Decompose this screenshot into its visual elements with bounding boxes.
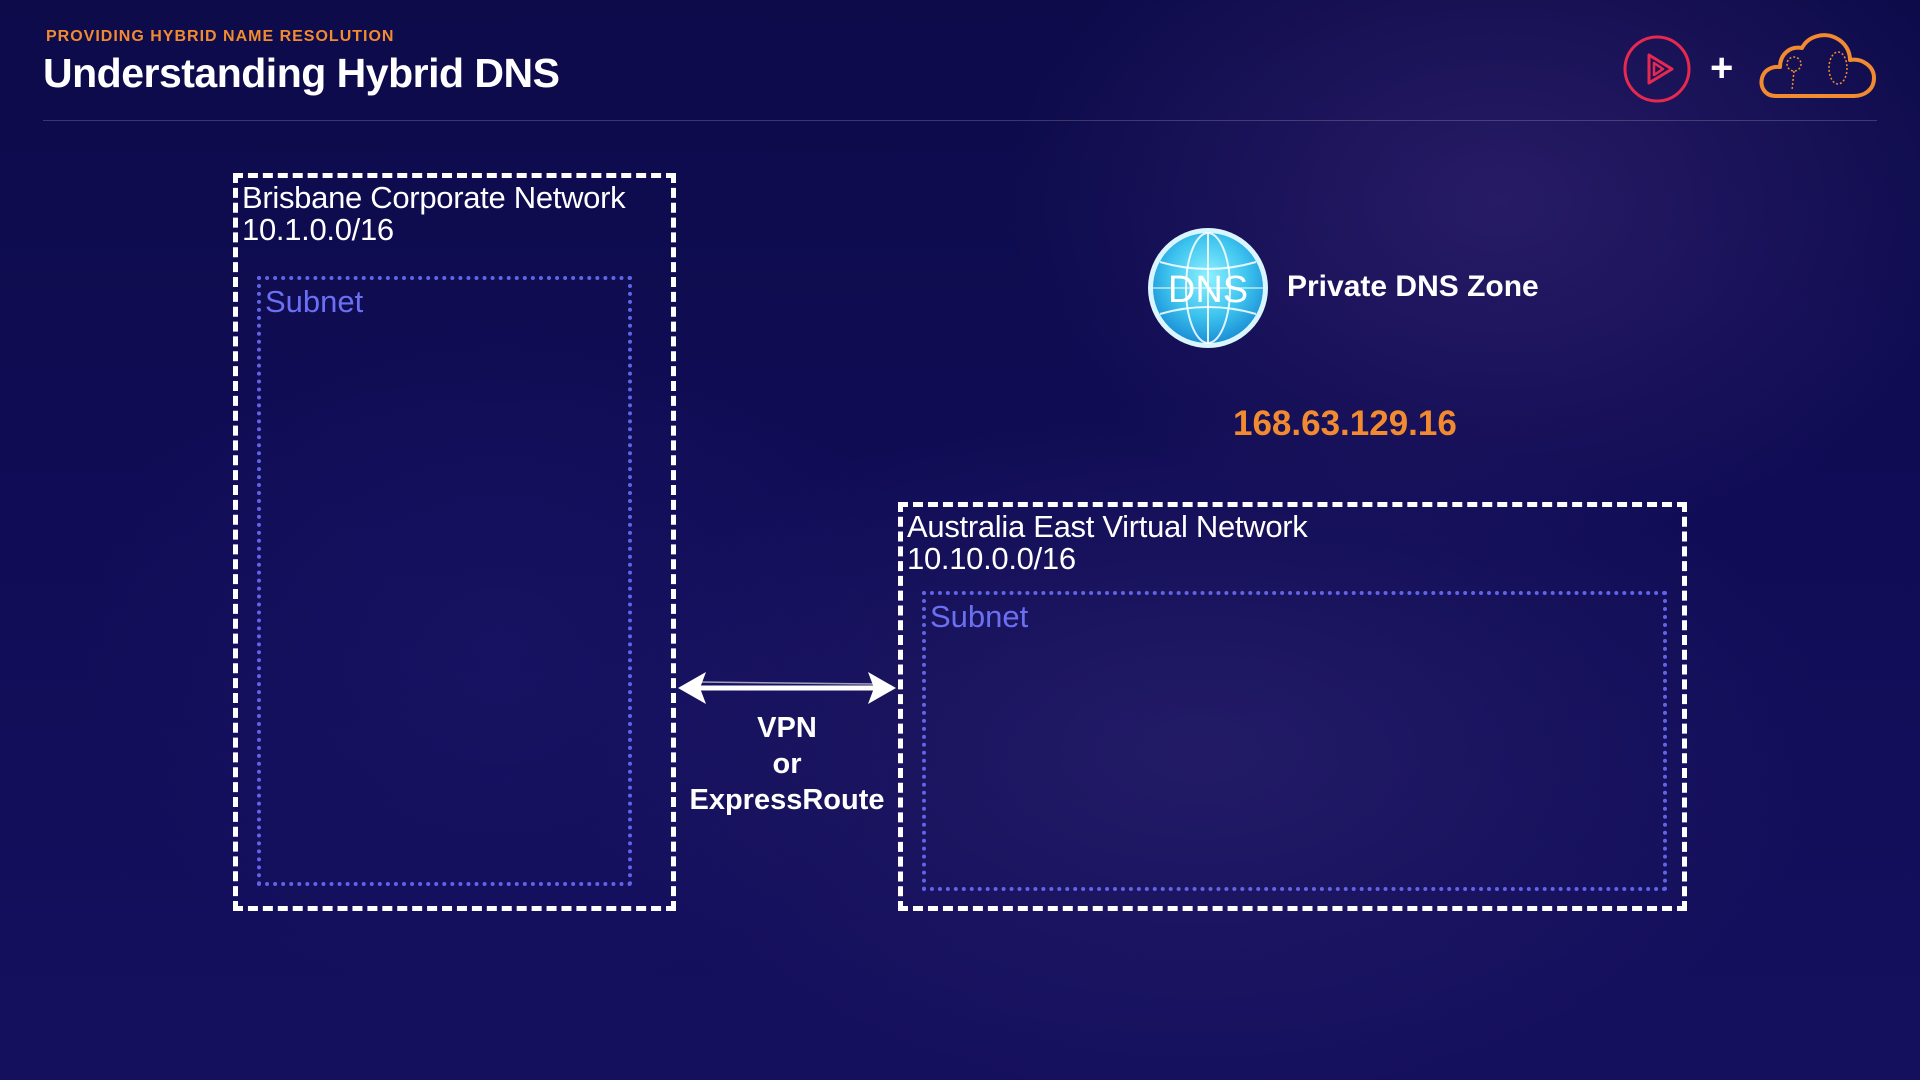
dns-globe-icon: DNS — [1148, 228, 1268, 348]
connection-label-vpn: VPN — [757, 712, 817, 744]
brisbane-network-name: Brisbane Corporate Network — [242, 180, 626, 215]
azure-dns-ip: 168.63.129.16 — [1233, 404, 1457, 443]
section-eyebrow: PROVIDING HYBRID NAME RESOLUTION — [46, 28, 395, 45]
brisbane-network-box: Brisbane Corporate Network 10.1.0.0/16 S… — [233, 173, 676, 911]
australia-east-vnet-box: Australia East Virtual Network 10.10.0.0… — [898, 502, 1687, 911]
connection-label-expressroute: ExpressRoute — [689, 784, 885, 816]
brisbane-subnet-label: Subnet — [265, 284, 364, 319]
brisbane-network-title: Brisbane Corporate Network 10.1.0.0/16 — [242, 180, 626, 247]
header-divider — [43, 120, 1877, 121]
connection-label-or: or — [772, 748, 802, 780]
brisbane-network-cidr: 10.1.0.0/16 — [242, 212, 394, 247]
cloud-icon — [1759, 33, 1876, 98]
brisbane-subnet-box: Subnet — [257, 276, 632, 886]
australia-east-vnet-title: Australia East Virtual Network 10.10.0.0… — [907, 509, 1308, 576]
private-dns-zone-label: Private DNS Zone — [1287, 270, 1539, 303]
australia-east-subnet-box: Subnet — [922, 591, 1667, 891]
australia-east-vnet-name: Australia East Virtual Network — [907, 509, 1308, 544]
play-circle-icon — [1623, 35, 1691, 103]
page-title: Understanding Hybrid DNS — [43, 50, 560, 96]
australia-east-vnet-cidr: 10.10.0.0/16 — [907, 541, 1076, 576]
australia-east-subnet-label: Subnet — [930, 599, 1029, 634]
connection-label: VPN or ExpressRoute — [676, 710, 898, 818]
connection-arrow — [678, 672, 896, 704]
plus-sign: + — [1710, 46, 1734, 90]
dns-icon-text: DNS — [1168, 269, 1248, 311]
